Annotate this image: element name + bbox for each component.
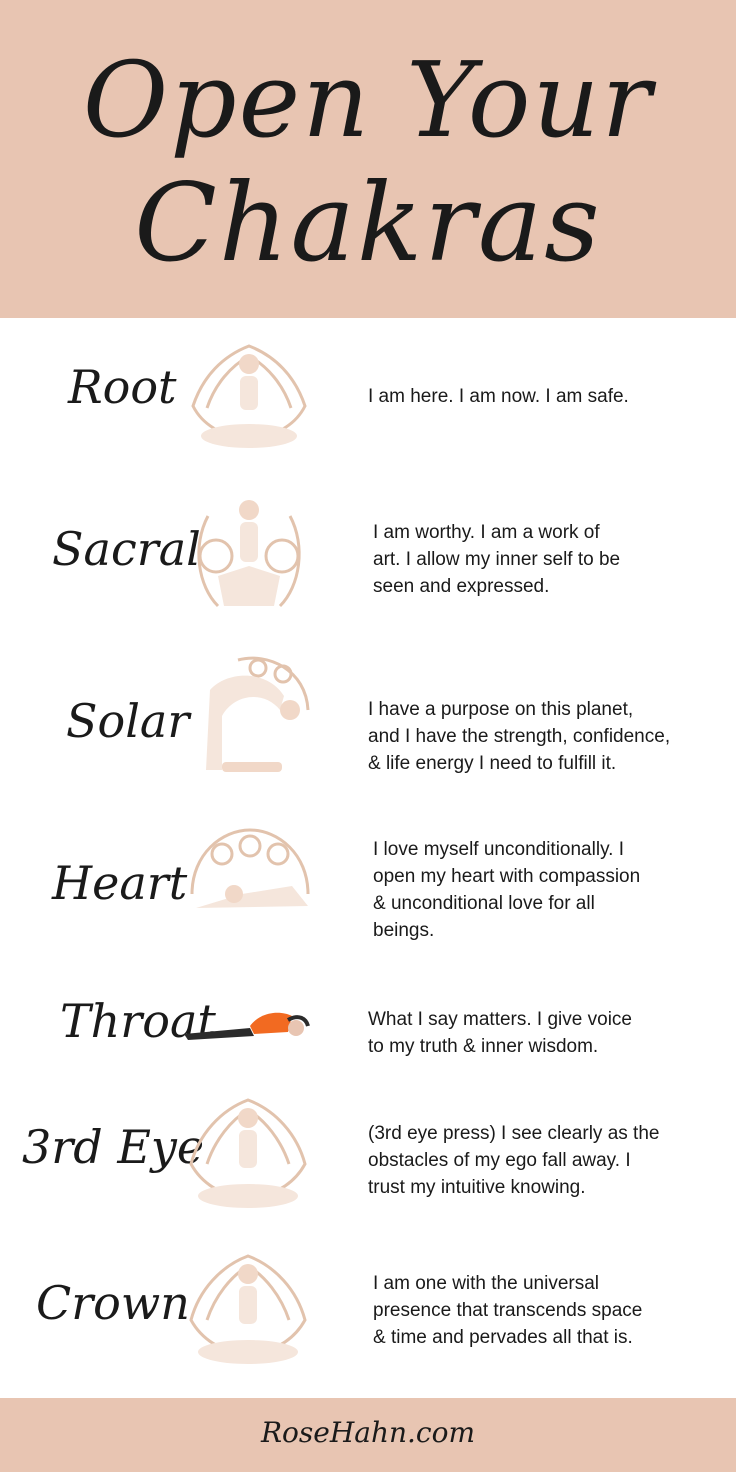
chakra-name: Crown (36, 1276, 190, 1330)
affirmation-text: I am here. I am now. I am safe. (368, 386, 629, 407)
chakra-row-root: Root I am here. I am now. I am safe. (0, 330, 736, 470)
chakra-row-heart: Heart I love myself unconditionally. I o… (0, 820, 736, 950)
chakra-row-third-eye: 3rd Eye (3rd eye press) I see clearly as… (0, 1090, 736, 1226)
footer-website-link[interactable]: RoseHahn.com (0, 1416, 736, 1449)
chakra-row-crown: Crown I am one with the universal presen… (0, 1246, 736, 1382)
affirmation-text: I have a purpose on this planet, and I h… (368, 699, 671, 774)
page-title-line-1: Open Your (82, 39, 654, 161)
lotus-meditation-figure-icon (191, 344, 307, 448)
affirmation-text: (3rd eye press) I see clearly as the obs… (368, 1123, 660, 1198)
chakra-name: Sacral (52, 522, 201, 576)
childs-pose-icon (190, 828, 310, 908)
camel-pose-icon (206, 656, 310, 772)
header-banner: Open Your Chakras (0, 0, 736, 318)
chakra-row-solar: Solar I have a purpose on this planet, a… (0, 648, 736, 788)
affirmation-text: I love myself unconditionally. I open my… (373, 839, 641, 941)
affirmation-text: I am worthy. I am a work of art. I allow… (373, 522, 621, 597)
chakra-name: Root (68, 360, 177, 414)
seated-meditation-icon (189, 1098, 307, 1208)
affirmation-text: I am one with the universal presence tha… (373, 1273, 643, 1348)
footer-banner: RoseHahn.com (0, 1398, 736, 1472)
chakra-name: 3rd Eye (22, 1120, 205, 1174)
fish-pose-icon (184, 1012, 310, 1040)
squat-prayer-pose-icon (197, 500, 301, 608)
chakra-name: Solar (66, 694, 190, 748)
chakra-name: Heart (52, 856, 188, 910)
chakra-row-throat: Throat What I say matters. I give voice … (0, 990, 736, 1070)
affirmation-text: What I say matters. I give voice to my t… (368, 1009, 632, 1057)
seated-meditation-icon (189, 1254, 307, 1364)
chakra-row-sacral: Sacral I am worthy. I am a work of art. … (0, 492, 736, 632)
page-title-line-2: Chakras (134, 161, 602, 286)
